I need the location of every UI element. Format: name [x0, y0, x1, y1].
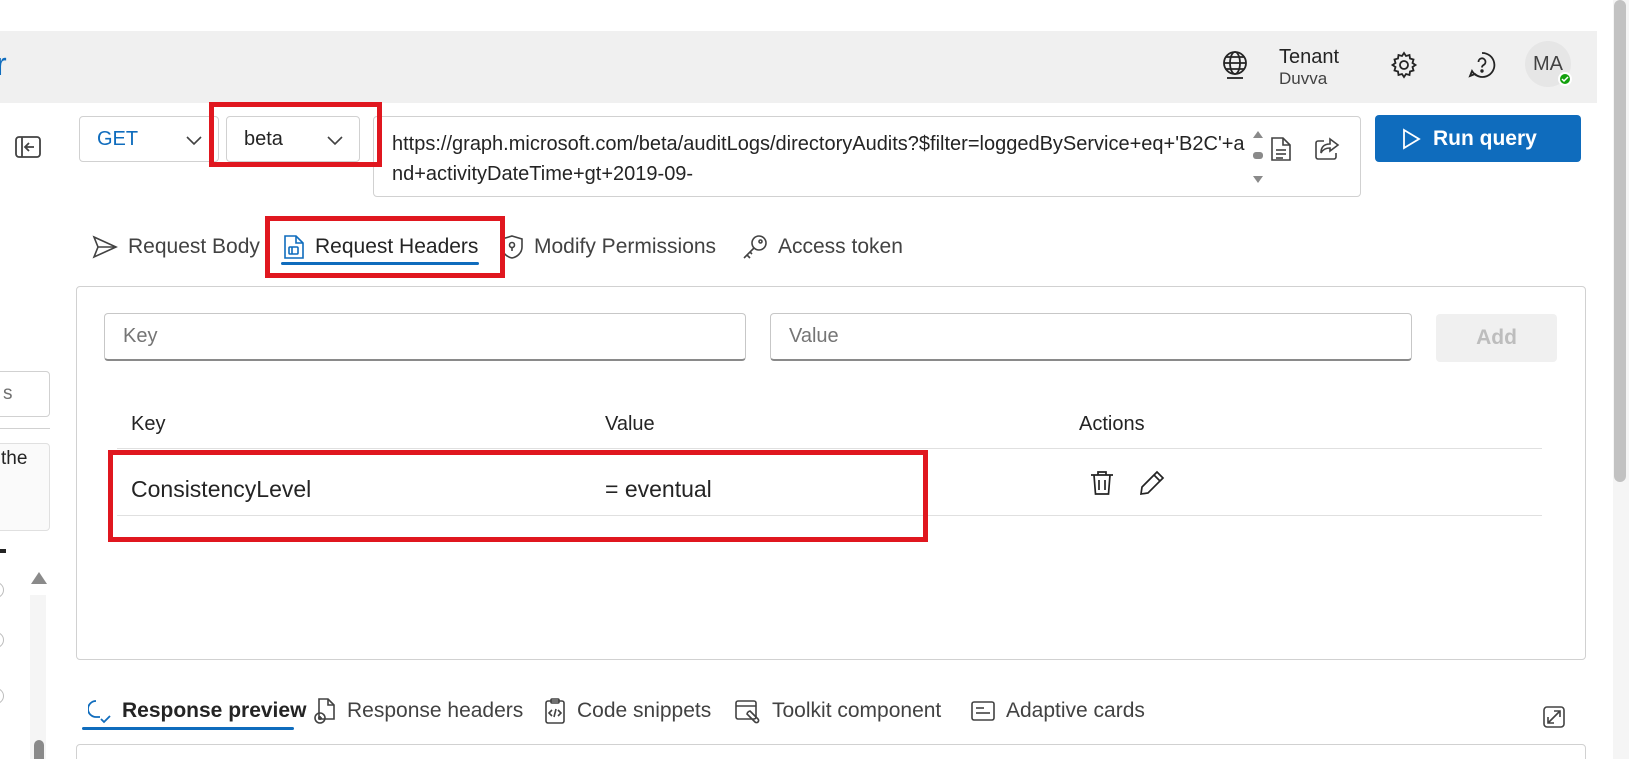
expand-icon[interactable]: [1540, 703, 1568, 731]
sidebar-scrollbar[interactable]: [30, 595, 46, 759]
tab-access-token[interactable]: Access token: [742, 227, 903, 267]
tenant-name: Duvva: [1279, 69, 1328, 88]
run-query-label: Run query: [1433, 126, 1537, 150]
delete-icon[interactable]: [1086, 467, 1118, 499]
tab-label: Access token: [778, 235, 903, 258]
tab-label: Adaptive cards: [1006, 699, 1145, 722]
send-icon: [92, 235, 118, 259]
column-header-actions: Actions: [1079, 413, 1145, 435]
presence-available-icon: [1558, 72, 1572, 86]
sidebar-bullet: [0, 549, 6, 553]
code-snippet-icon: [545, 698, 565, 724]
query-url-input[interactable]: https://graph.microsoft.com/beta/auditLo…: [373, 116, 1361, 197]
play-icon: [1403, 127, 1421, 150]
app-title-fragment: r: [0, 46, 7, 82]
globe-icon[interactable]: [1218, 48, 1252, 82]
chevron-down-icon: [186, 136, 202, 146]
tab-label: Response headers: [347, 699, 524, 722]
tab-label: Response preview: [122, 699, 307, 722]
header-value-input[interactable]: [770, 313, 1412, 361]
http-method-dropdown[interactable]: GET: [79, 116, 219, 162]
tab-code-snippets[interactable]: Code snippets: [543, 693, 711, 729]
tab-toolkit-component[interactable]: Toolkit component: [734, 693, 941, 729]
toolkit-icon: [735, 700, 760, 724]
edit-icon[interactable]: [1136, 467, 1168, 499]
tab-response-headers[interactable]: Response headers: [313, 693, 523, 729]
sidebar-info-card: the: [0, 443, 50, 531]
collapse-sidebar-icon[interactable]: [14, 133, 42, 161]
document-icon[interactable]: [1265, 133, 1297, 165]
tab-label: Toolkit component: [772, 699, 942, 722]
tab-label: Modify Permissions: [534, 235, 717, 258]
sidebar-search-input[interactable]: s: [0, 371, 50, 417]
tab-modify-permissions[interactable]: Modify Permissions: [500, 227, 716, 267]
graph-explorer-app: r Tenant Duvva MA s the GET beta https:/…: [0, 0, 1629, 759]
card-icon: [971, 701, 995, 721]
highlight-header-row-box: [108, 450, 928, 542]
highlight-version-box: [209, 102, 382, 167]
tab-request-body[interactable]: Request Body: [92, 227, 260, 267]
sidebar-card-text: the: [1, 448, 28, 469]
query-url-text: https://graph.microsoft.com/beta/auditLo…: [392, 133, 1245, 185]
tab-label: Request Body: [128, 235, 260, 258]
sidebar-scroll-thumb[interactable]: [34, 740, 44, 759]
key-icon: [743, 235, 767, 259]
preview-icon: [88, 700, 111, 724]
document-headers-icon: [314, 698, 335, 724]
gear-icon[interactable]: [1387, 48, 1421, 82]
active-response-tab-indicator: [82, 727, 294, 730]
url-scrollbar[interactable]: [1250, 127, 1266, 187]
tenant-info[interactable]: Tenant Duvva: [1279, 45, 1339, 89]
share-icon[interactable]: [1311, 133, 1343, 165]
header-key-input[interactable]: [104, 313, 746, 361]
sidebar-radio[interactable]: [0, 632, 4, 648]
column-header-key: Key: [131, 413, 166, 435]
scroll-up-arrow-icon[interactable]: [31, 572, 47, 584]
tab-label: Code snippets: [577, 699, 712, 722]
tenant-label: Tenant: [1279, 46, 1340, 68]
table-header-divider: [117, 448, 1542, 449]
tab-adaptive-cards[interactable]: Adaptive cards: [970, 693, 1145, 729]
add-header-button[interactable]: Add: [1436, 314, 1557, 362]
sidebar-radio[interactable]: [0, 688, 4, 704]
highlight-request-headers-box: [265, 216, 505, 278]
http-method-value: GET: [97, 127, 139, 150]
sidebar-search-text: s: [3, 383, 13, 404]
sidebar-divider: [0, 428, 50, 429]
tab-response-preview[interactable]: Response preview: [88, 693, 306, 729]
help-icon[interactable]: [1465, 48, 1499, 82]
sidebar-radio[interactable]: [0, 582, 4, 598]
run-query-button[interactable]: Run query: [1375, 115, 1581, 162]
response-panel: [76, 744, 1586, 759]
top-header: [0, 31, 1597, 103]
column-header-value: Value: [605, 413, 655, 435]
page-scroll-thumb[interactable]: [1614, 0, 1626, 482]
